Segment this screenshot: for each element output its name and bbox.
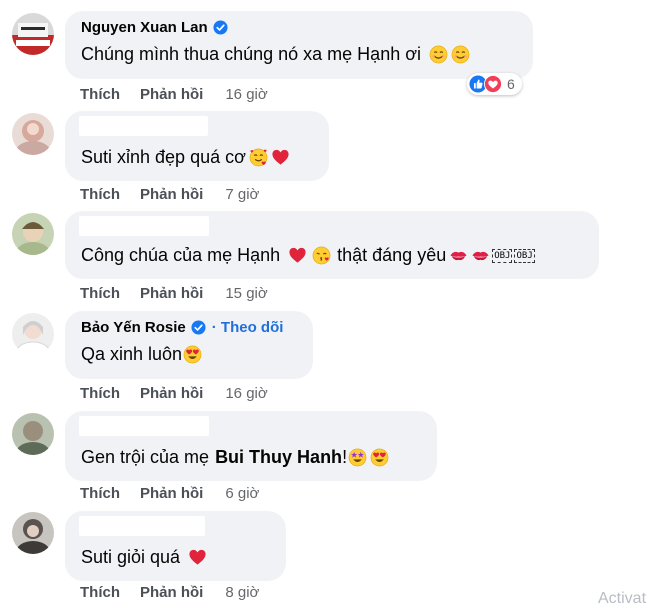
comment-text: Suti giỏi quá	[81, 547, 181, 567]
timestamp[interactable]: 15 giờ	[225, 285, 267, 302]
mention-link[interactable]: Bui Thuy Hanh	[215, 447, 342, 468]
author-name[interactable]: Bảo Yến Rosie	[81, 319, 186, 336]
heart-eyes-icon	[183, 345, 202, 364]
comment-bubble: Bảo Yến Rosie · Theo dõi Qa xinh luôn	[65, 311, 313, 379]
comment-actions: Thích Phản hồi 15 giờ	[80, 285, 268, 302]
comment-actions: Thích Phản hồi 7 giờ	[80, 186, 259, 203]
comment-text-row: Suti xỉnh đẹp quá cơ	[81, 147, 290, 168]
object-replacement-glyph: OBJ	[492, 248, 513, 263]
verified-badge-icon	[213, 20, 228, 35]
comment-bubble: Công chúa của mẹ Hạnh thật đáng yêu OBJ …	[65, 211, 599, 279]
reply-button[interactable]: Phản hồi	[140, 584, 203, 601]
comment-text: Qa xinh luôn	[81, 344, 183, 364]
comment-text-row: Công chúa của mẹ Hạnh thật đáng yêu OBJ …	[81, 245, 535, 266]
avatar[interactable]	[12, 413, 54, 455]
star-struck-icon	[348, 448, 367, 467]
redacted-author-name	[79, 416, 209, 436]
avatar[interactable]	[12, 512, 54, 554]
like-button[interactable]: Thích	[80, 485, 120, 502]
reply-button[interactable]: Phản hồi	[140, 485, 203, 502]
kiss-mark-icon	[471, 246, 490, 265]
like-button[interactable]: Thích	[80, 584, 120, 601]
red-heart-icon	[288, 246, 307, 265]
reply-button[interactable]: Phản hồi	[140, 385, 203, 402]
like-button[interactable]: Thích	[80, 385, 120, 402]
timestamp[interactable]: 7 giờ	[225, 186, 259, 203]
author-name-row: Nguyen Xuan Lan	[81, 19, 228, 36]
comment-text-continued: !	[342, 447, 348, 467]
red-heart-icon	[271, 148, 290, 167]
face-blowing-kiss-icon	[312, 246, 331, 265]
like-button[interactable]: Thích	[80, 186, 120, 203]
avatar[interactable]	[12, 113, 54, 155]
verified-badge-icon	[191, 320, 206, 335]
smiling-face-with-hearts-icon	[249, 148, 268, 167]
comment-text-row: Chúng mình thua chúng nó xa mẹ Hạnh ơi	[81, 44, 470, 65]
timestamp[interactable]: 8 giờ	[225, 584, 259, 601]
comment-text-continued: thật đáng yêu	[337, 245, 447, 265]
redacted-author-name	[79, 116, 208, 136]
comment-bubble: Gen trội của mẹ Bui Thuy Hanh !	[65, 411, 437, 481]
timestamp[interactable]: 6 giờ	[225, 485, 259, 502]
timestamp[interactable]: 16 giờ	[225, 385, 267, 402]
avatar[interactable]	[12, 313, 54, 355]
author-name-row: Bảo Yến Rosie · Theo dõi	[81, 319, 283, 336]
redacted-author-name	[79, 216, 209, 236]
author-name[interactable]: Nguyen Xuan Lan	[81, 19, 208, 36]
comment-text-row: Suti giỏi quá	[81, 547, 207, 568]
reply-button[interactable]: Phản hồi	[140, 86, 203, 103]
comment-actions: Thích Phản hồi 6 giờ	[80, 485, 259, 502]
comment-bubble: Nguyen Xuan Lan Chúng mình thua chúng nó…	[65, 11, 533, 79]
love-reaction-icon	[484, 75, 502, 93]
reply-button[interactable]: Phản hồi	[140, 285, 203, 302]
comment-bubble: Suti giỏi quá	[65, 511, 286, 581]
comment-actions: Thích Phản hồi 16 giờ	[80, 385, 268, 402]
comment-text: Suti xỉnh đẹp quá cơ	[81, 147, 246, 167]
redacted-author-name	[79, 516, 205, 536]
reaction-count: 6	[507, 76, 515, 92]
comment-text: Công chúa của mẹ Hạnh	[81, 245, 281, 265]
kiss-mark-icon	[449, 246, 468, 265]
comment-actions: Thích Phản hồi 16 giờ	[80, 86, 268, 103]
comment-actions: Thích Phản hồi 8 giờ	[80, 584, 259, 601]
red-heart-icon	[188, 548, 207, 567]
avatar[interactable]	[12, 13, 54, 55]
comment-text-row: Gen trội của mẹ Bui Thuy Hanh !	[81, 447, 389, 468]
reply-button[interactable]: Phản hồi	[140, 186, 203, 203]
reaction-summary[interactable]: 6	[467, 73, 522, 95]
like-button[interactable]: Thích	[80, 285, 120, 302]
smiling-face-icon	[451, 45, 470, 64]
comment-text-row: Qa xinh luôn	[81, 344, 202, 365]
like-button[interactable]: Thích	[80, 86, 120, 103]
heart-eyes-icon	[370, 448, 389, 467]
smiling-face-icon	[429, 45, 448, 64]
follow-link[interactable]: · Theo dõi	[212, 319, 284, 336]
avatar[interactable]	[12, 213, 54, 255]
os-activation-watermark: Activat	[598, 590, 647, 607]
timestamp[interactable]: 16 giờ	[225, 86, 267, 103]
comment-text: Gen trội của mẹ	[81, 447, 210, 467]
comment-text: Chúng mình thua chúng nó xa mẹ Hạnh ơi	[81, 44, 422, 64]
object-replacement-glyph: OBJ	[514, 248, 535, 263]
comment-bubble: Suti xỉnh đẹp quá cơ	[65, 111, 329, 181]
